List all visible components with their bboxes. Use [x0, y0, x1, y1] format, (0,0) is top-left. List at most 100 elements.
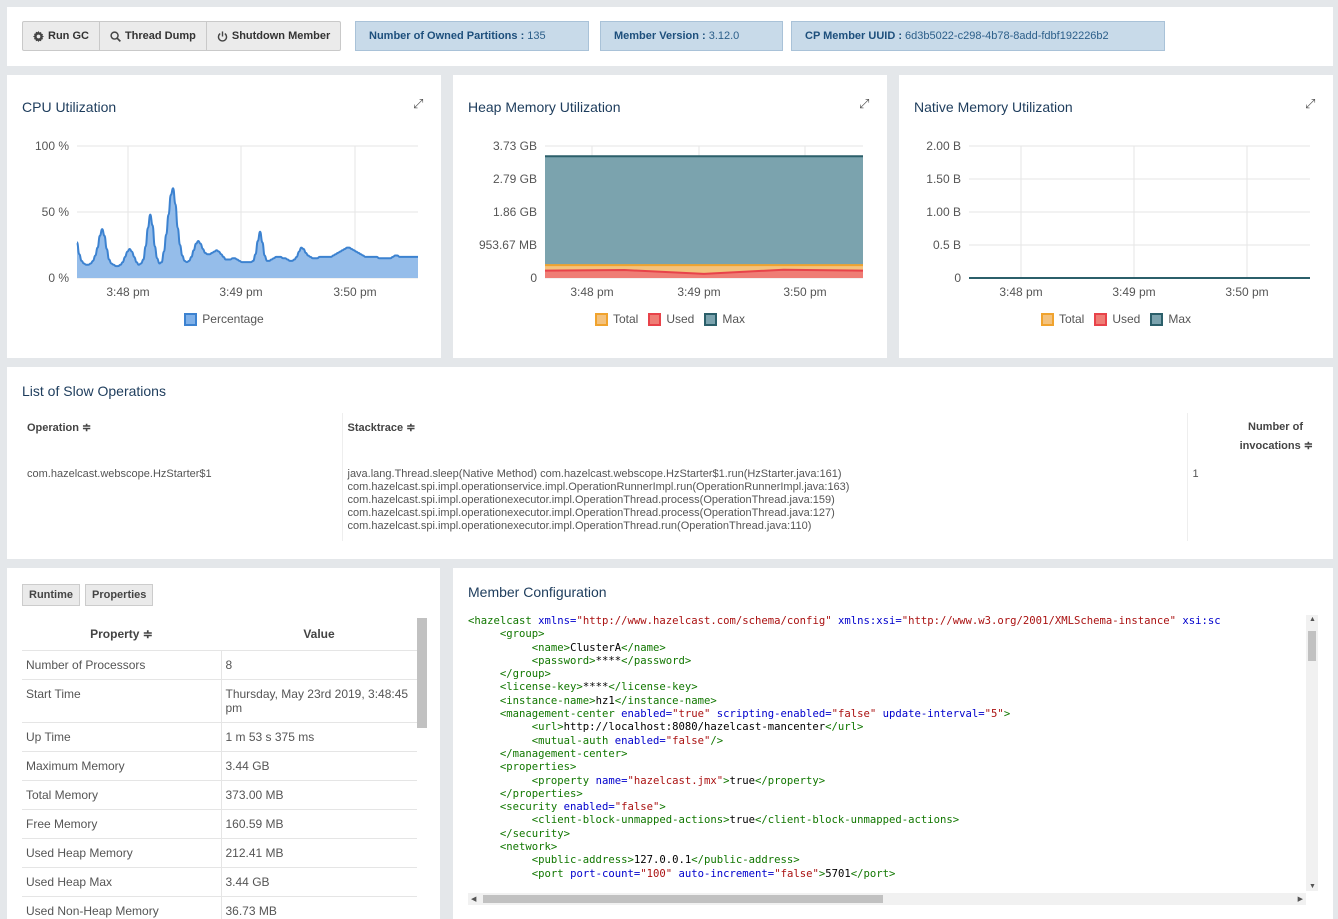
code-token: </properties> [499, 787, 583, 800]
heap-legend: Total Used Max [453, 312, 887, 326]
code-token: scripting-enabled= [710, 708, 832, 721]
properties-scrollbar[interactable] [417, 618, 427, 728]
invocations-cell: 1 [1186, 463, 1318, 541]
code-token: enabled= [621, 708, 673, 721]
column-header-stacktrace[interactable]: Stacktrace ≑ [341, 413, 1187, 463]
column-header-operation[interactable]: Operation ≑ [22, 413, 342, 463]
stacktrace-line: com.hazelcast.spi.impl.operationexecutor… [347, 494, 835, 506]
code-token: "http://www.w3.org/2001/XMLSchema-instan… [901, 615, 1177, 627]
search-icon [110, 30, 121, 42]
scroll-down-icon[interactable]: ▼ [1309, 883, 1316, 890]
props-tabs: Runtime Properties [22, 584, 154, 606]
legend-item-max[interactable]: Max [704, 312, 745, 326]
thread-dump-label: Thread Dump [124, 30, 196, 42]
code-token: "true" [672, 708, 711, 721]
config-vertical-scrollbar[interactable]: ▲ ▼ [1306, 615, 1318, 891]
code-line: </management-center> [468, 748, 1318, 761]
column-header-value: Value [303, 626, 335, 641]
config-code-view[interactable]: <hazelcast xmlns="http://www.hazelcast.c… [468, 615, 1318, 905]
legend-item-total[interactable]: Total [1040, 312, 1084, 326]
cpu-utilization-panel: CPU Utilization ⤢ 100 % 50 % 0 % 3:48 pm 3:4… [7, 75, 441, 358]
code-token: <license-key> [499, 681, 583, 694]
code-token: </security> [499, 827, 571, 840]
cp-member-uuid-value: 6d3b5022-c298-4b78-8add-fdbf192226b2 [904, 30, 1109, 42]
legend-swatch [184, 312, 198, 326]
property-name: Used Non-Heap Memory [22, 895, 222, 919]
code-line: <mutual-auth enabled="false"/> [468, 735, 1318, 748]
property-name: Number of Processors [22, 649, 222, 679]
y-tick-label: 100 % [35, 139, 69, 153]
code-line: <public-address>127.0.0.1</public-addres… [468, 854, 1318, 867]
run-gc-button[interactable]: Run GC [23, 22, 100, 50]
legend-item-total[interactable]: Total [594, 312, 638, 326]
property-name: Start Time [22, 678, 222, 722]
code-token: </name> [621, 641, 666, 654]
legend-label: Used [1112, 312, 1141, 326]
owned-partitions-value: 135 [527, 30, 546, 42]
code-token: enabled= [563, 801, 615, 814]
code-token: </property> [755, 774, 826, 787]
column-header-property[interactable]: Property ≑ [22, 618, 221, 650]
code-token: <port [531, 867, 571, 880]
code-token: <network> [499, 841, 558, 854]
scroll-thumb[interactable] [1308, 631, 1316, 661]
code-token: ClusterA [570, 641, 622, 654]
property-name: Used Heap Max [22, 866, 222, 896]
slow-operations-table: Operation ≑ Stacktrace ≑ Number of invoc… [22, 413, 1318, 541]
code-token: </client-block-unmapped-actions> [755, 814, 960, 827]
scroll-right-icon[interactable]: ▶ [1298, 895, 1303, 903]
scroll-left-icon[interactable]: ◀ [471, 895, 476, 903]
code-token: http://localhost:8080/hazelcast-mancente… [563, 721, 826, 734]
x-tick-label: 3:50 pm [333, 285, 376, 299]
config-horizontal-scrollbar[interactable]: ◀ ▶ [468, 893, 1306, 905]
code-line: <password>****</password> [468, 655, 1318, 668]
code-token: <properties> [499, 761, 577, 774]
property-name: Used Heap Memory [22, 837, 222, 867]
run-gc-label: Run GC [48, 30, 89, 42]
thread-dump-button[interactable]: Thread Dump [100, 22, 207, 50]
legend-item-percentage[interactable]: Percentage [184, 312, 264, 326]
scroll-thumb[interactable] [483, 895, 883, 903]
code-token: <management-center [499, 708, 622, 721]
code-token: <security [499, 801, 564, 814]
area-max [545, 156, 863, 278]
code-token: **** [582, 681, 609, 694]
scroll-up-icon[interactable]: ▲ [1309, 616, 1316, 623]
x-tick-label: 3:48 pm [999, 285, 1042, 299]
y-tick-label: 1.50 B [926, 172, 961, 186]
member-version-info: Member Version : 3.12.0 [600, 21, 783, 51]
tab-runtime[interactable]: Runtime [22, 584, 80, 606]
tab-properties[interactable]: Properties [85, 584, 154, 606]
code-token: enabled= [614, 734, 666, 747]
legend-item-used[interactable]: Used [1094, 312, 1140, 326]
table-row: Total Memory 373.00 MB [22, 779, 417, 809]
stacktrace-line: java.lang.Thread.sleep(Native Method) co… [347, 468, 842, 480]
shutdown-member-button[interactable]: Shutdown Member [207, 22, 340, 50]
y-tick-label: 0 % [48, 271, 69, 285]
y-tick-label: 2.00 B [926, 139, 961, 153]
table-row: Maximum Memory 3.44 GB [22, 750, 417, 780]
code-line: <properties> [468, 761, 1318, 774]
code-line: <license-key>****</license-key> [468, 681, 1318, 694]
y-tick-label: 1.86 GB [493, 205, 537, 219]
slow-operations-title: List of Slow Operations [22, 383, 166, 399]
code-token: port-count= [570, 867, 641, 880]
code-line: </group> [468, 668, 1318, 681]
legend-item-max[interactable]: Max [1150, 312, 1191, 326]
column-header-invocations[interactable]: Number of invocations ≑ [1186, 413, 1318, 463]
config-xml: <hazelcast xmlns="http://www.hazelcast.c… [468, 615, 1318, 881]
legend-item-used[interactable]: Used [648, 312, 694, 326]
code-token: <client-block-unmapped-actions> [531, 814, 730, 827]
runtime-properties-panel: Runtime Properties Property ≑ Value Numb… [7, 568, 440, 919]
y-tick-label: 3.73 GB [493, 139, 537, 153]
legend-label: Used [666, 312, 695, 326]
native-memory-panel: Native Memory Utilization ⤢ 2.00 B 1.50 B… [899, 75, 1333, 358]
property-value: 1 m 53 s 375 ms [221, 721, 417, 751]
